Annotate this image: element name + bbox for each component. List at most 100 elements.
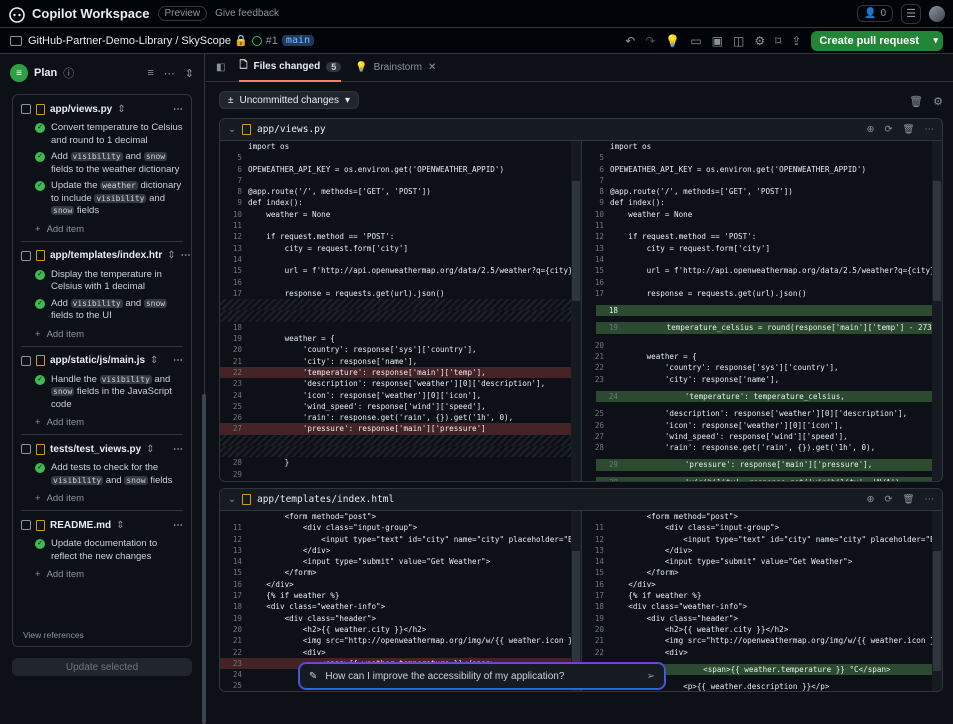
prompt-input[interactable]: ✎ How can I improve the accessibility of… (298, 662, 666, 690)
plan-task[interactable]: ✓ Display the temperature in Celsius with… (35, 269, 183, 294)
checkbox[interactable] (21, 520, 31, 530)
scrollbar-thumb[interactable] (933, 551, 941, 671)
tab-files-changed[interactable]: 🗋 Files changed 5 (239, 54, 342, 82)
uncommitted-changes-dropdown[interactable]: ± Uncommitted changes ▾ (219, 91, 360, 109)
terminal-icon[interactable]: ▣ (712, 34, 723, 48)
scrollbar[interactable] (932, 511, 942, 691)
line-number: 20 (594, 624, 604, 634)
plan-task[interactable]: ✓ Update documentation to reflect the new… (35, 538, 183, 563)
move-icon[interactable]: ⇕ (117, 104, 125, 115)
users-counter[interactable]: 👤 0 (856, 5, 893, 22)
filter-icon[interactable]: ≡ (147, 67, 153, 80)
plan-file-row[interactable]: tests/test_views.py ⇕ ⋯ (21, 440, 183, 458)
plan-file-row[interactable]: README.md ⇕ ⋯ (21, 516, 183, 534)
plan-task[interactable]: ✓ Handle the visibility and snow fields i… (35, 374, 183, 412)
branch-badge[interactable]: main (281, 35, 315, 46)
line-number: 16 (594, 579, 604, 589)
sidebar-toggle-icon[interactable]: ◧ (216, 62, 225, 73)
info-icon[interactable]: ⓘ (63, 65, 74, 81)
plan-file-row[interactable]: app/static/js/main.js ⇕ ⋯ (21, 352, 183, 370)
checkbox[interactable] (21, 355, 31, 366)
repo-path[interactable]: GitHub-Partner-Demo-Library / SkyScope (28, 35, 231, 47)
send-icon[interactable]: ➢ (647, 671, 655, 682)
menu-icon[interactable]: ☰ (901, 3, 921, 24)
line-number: 9 (599, 198, 604, 208)
code-text: 'visibility': response.get('visibility',… (628, 477, 904, 481)
gear-icon[interactable]: ⚙ (933, 95, 943, 108)
target-icon[interactable]: ⊕ (867, 494, 875, 505)
scrollbar-thumb[interactable] (572, 181, 580, 301)
add-item-button[interactable]: + Add item (35, 493, 183, 504)
settings-icon[interactable]: ⚙ (754, 34, 765, 48)
code-line (220, 310, 581, 322)
more-icon[interactable]: ⋯ (164, 67, 175, 80)
scrollbar-thumb[interactable] (572, 551, 580, 671)
more-icon[interactable]: ⋯ (173, 520, 183, 531)
create-pull-request-button[interactable]: Create pull request ▾ (811, 30, 943, 51)
plan-task[interactable]: ✓ Update the weather dictionary to includ… (35, 180, 183, 218)
move-icon[interactable]: ⇕ (116, 520, 124, 531)
move-icon[interactable]: ⇕ (150, 355, 158, 366)
code-text: 'wind_speed': response['wind']['speed'], (248, 401, 486, 411)
move-icon[interactable]: ⇕ (167, 250, 175, 261)
refresh-icon[interactable]: ⟳ (884, 494, 892, 505)
trash-icon[interactable]: 🗑 (902, 124, 914, 135)
checkbox[interactable] (21, 444, 31, 454)
plan-task[interactable]: ✓ Add visibility and snow fields to the U… (35, 298, 183, 323)
check-icon: ✓ (35, 181, 45, 191)
plan-file-row[interactable]: app/views.py ⇕ ⋯ (21, 100, 183, 118)
scrollbar-thumb[interactable] (933, 181, 941, 301)
collapse-icon[interactable]: ⇕ (185, 67, 194, 80)
check-icon: ✓ (35, 123, 45, 133)
add-item-button[interactable]: + Add item (35, 329, 183, 340)
chevron-down-icon[interactable]: ⌄ (228, 494, 236, 505)
plan-file-row[interactable]: app/templates/index.htr ⇕ ⋯ (21, 247, 191, 265)
redo-icon[interactable]: ↷ (645, 34, 655, 48)
feedback-link[interactable]: Give feedback (215, 8, 279, 19)
more-icon[interactable]: ⋯ (173, 355, 183, 366)
trash-icon[interactable]: 🗑 (902, 494, 914, 505)
close-icon[interactable]: ✕ (428, 62, 436, 73)
code-text: <input type="text" id="city" name="city"… (610, 534, 942, 544)
move-icon[interactable]: ⇕ (146, 444, 154, 455)
add-item-button[interactable]: + Add item (35, 224, 183, 235)
scrollbar[interactable] (932, 141, 942, 481)
trash-icon[interactable]: 🗑 (909, 95, 923, 108)
plan-scrollbar[interactable] (202, 394, 206, 724)
code-text: if request.method == 'POST': (610, 232, 757, 242)
tab-brainstorm[interactable]: 💡 Brainstorm ✕ (355, 54, 436, 82)
more-icon[interactable]: ⋯ (181, 250, 191, 261)
update-selected-button[interactable]: Update selected (12, 658, 192, 676)
lightbulb-icon: 💡 (355, 62, 368, 73)
share-icon[interactable]: ⇪ (791, 34, 801, 48)
undo-icon[interactable]: ↶ (625, 34, 635, 48)
checkbox[interactable] (21, 104, 31, 114)
checkbox[interactable] (21, 250, 31, 261)
refresh-icon[interactable]: ⟳ (884, 124, 892, 135)
chevron-down-icon[interactable]: ⌄ (228, 124, 236, 135)
lightbulb-icon[interactable]: 💡 (665, 34, 680, 48)
more-icon[interactable]: ⋯ (173, 104, 183, 115)
target-icon[interactable]: ⊕ (867, 124, 875, 135)
file-name: tests/test_views.py (50, 443, 142, 455)
plan-task[interactable]: ✓ Add visibility and snow fields to the w… (35, 151, 183, 176)
issue-number[interactable]: #1 (266, 35, 278, 47)
more-icon[interactable]: ⋯ (925, 124, 935, 135)
plan-task[interactable]: ✓ Convert temperature to Celsius and roun… (35, 122, 183, 147)
add-item-button[interactable]: + Add item (35, 569, 183, 580)
task-text: Add visibility and snow fields to the UI (51, 298, 183, 323)
plan-task[interactable]: ✓ Add tests to check for the visibility a… (35, 462, 183, 487)
more-icon[interactable]: ⋯ (173, 444, 183, 455)
line-number (220, 480, 246, 481)
view-references-link[interactable]: View references (23, 630, 84, 640)
scrollbar[interactable] (571, 141, 581, 481)
bookmark-icon[interactable]: ⌑ (775, 34, 781, 48)
folder-icon[interactable]: ▭ (690, 34, 701, 48)
more-icon[interactable]: ⋯ (925, 494, 935, 505)
avatar[interactable] (929, 5, 945, 22)
add-item-button[interactable]: + Add item (35, 417, 183, 428)
split-icon[interactable]: ◫ (733, 34, 744, 48)
chevron-down-icon[interactable]: ▾ (933, 35, 938, 46)
